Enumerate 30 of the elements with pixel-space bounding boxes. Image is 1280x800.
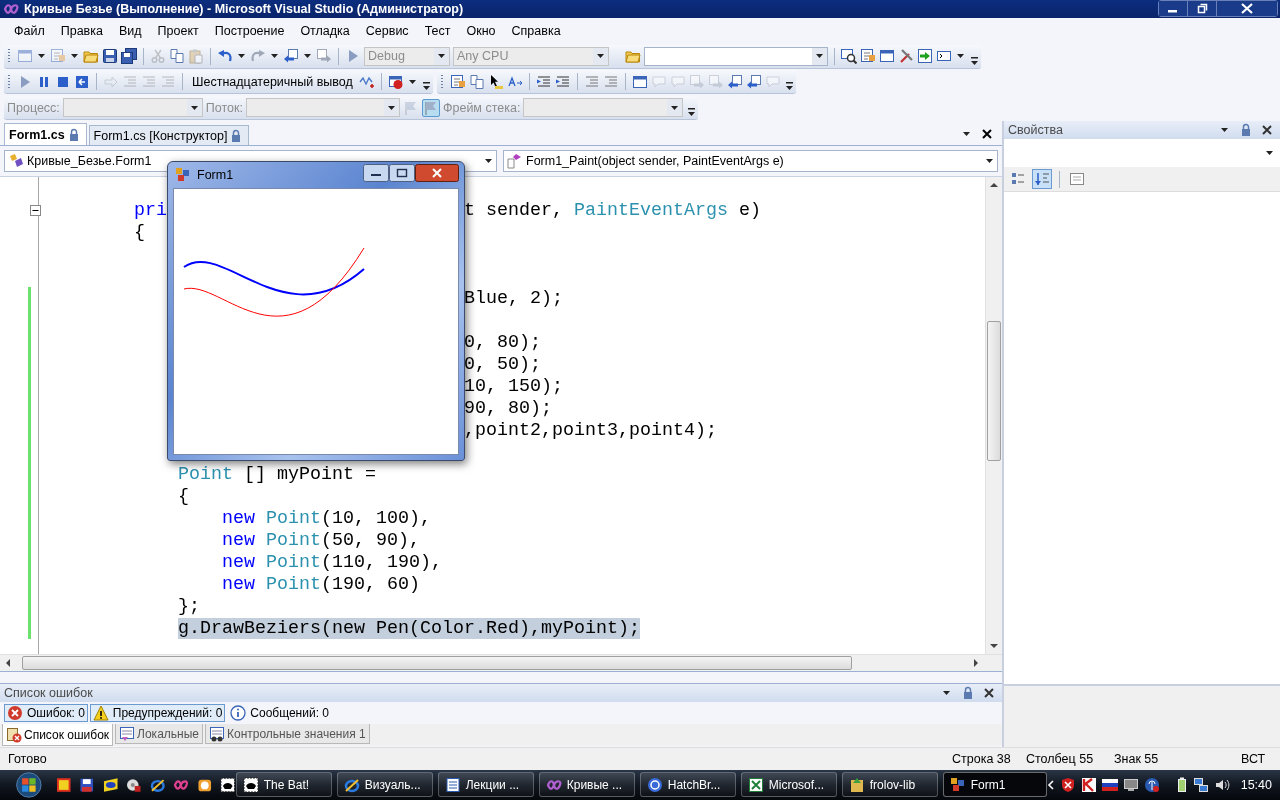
form-title: Form1 [197, 168, 234, 183]
code-text: pri [134, 199, 167, 221]
code-text: new Point(190, 60) [221, 573, 420, 595]
line-number: Строка 38 [952, 752, 1012, 767]
insert-mode: ВСТ [1241, 752, 1267, 767]
char-number: Знак 55 [1114, 752, 1160, 767]
code-text: t sender, PaintEventArgs e) [463, 199, 761, 221]
code-text: new Point(10, 100), [221, 507, 431, 529]
code-text: { [177, 485, 189, 507]
code-text: new Point(50, 90), [221, 529, 420, 551]
code-text: ,point2,point3,point4); [463, 419, 717, 441]
code-text: g.DrawBeziers(new Pen(Color.Red),myPoint); [177, 617, 640, 639]
panel-title: Список ошибок [4, 686, 93, 701]
window-title: Кривые Безье (Выполнение) - Microsoft Visual Studio (Администратор) [24, 1, 464, 16]
code-text: }; [177, 595, 200, 617]
column-number: Столбец 55 [1026, 752, 1095, 767]
code-text: 90, 80); [463, 397, 552, 419]
code-text: new Point(110, 190), [221, 551, 442, 573]
field-label: Поток: [205, 100, 243, 115]
clock: 15:40 [1240, 777, 1272, 792]
code-text: 0, 50); [463, 353, 541, 375]
field-label: Фрейм стека: [443, 100, 521, 115]
code-text: 0, 80); [463, 331, 541, 353]
code-text: { [134, 221, 145, 243]
status-message: Готово [8, 752, 47, 767]
code-text: 10, 150); [463, 375, 563, 397]
code-text: Blue, 2); [463, 287, 563, 309]
code-text: Point [] myPoint = [177, 463, 376, 485]
panel-title: Свойства [1008, 123, 1063, 138]
field-label: Процесс: [7, 100, 60, 115]
